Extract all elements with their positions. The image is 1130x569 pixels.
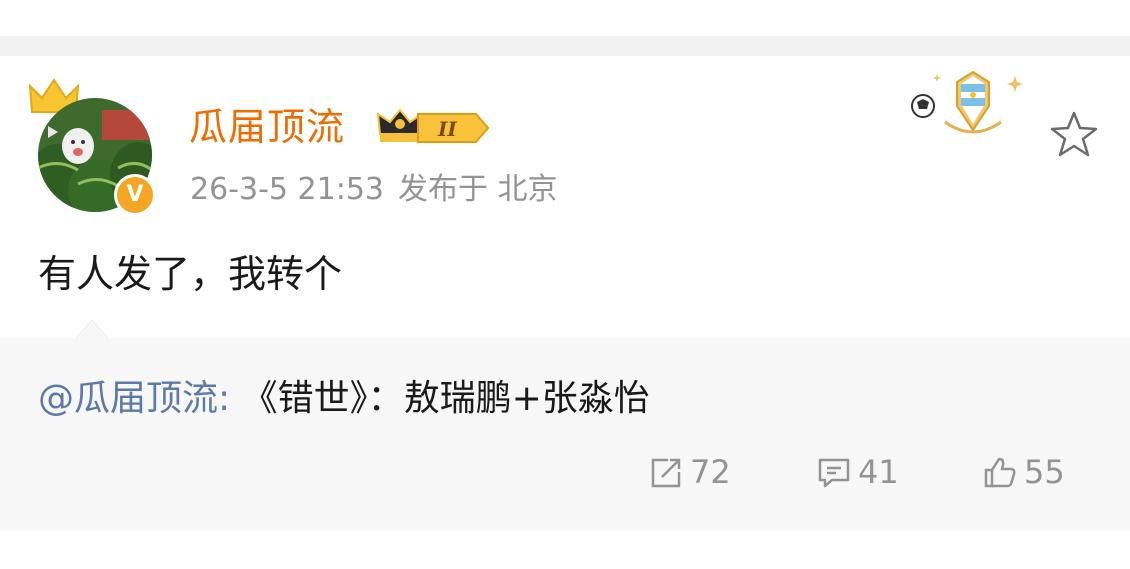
repost-mention[interactable]: @瓜届顶流: — [38, 378, 230, 419]
repost-body: 《错世》：敖瑞鹏+张淼怡 — [230, 378, 650, 419]
repost-count: 72 — [690, 453, 731, 491]
comment-button[interactable]: 41 — [816, 450, 899, 494]
post-location: 发布于 北京 — [398, 172, 558, 207]
post-content: 有人发了，我转个 — [38, 252, 343, 296]
feed-divider — [0, 36, 1130, 56]
repost-text: @瓜届顶流: 《错世》：敖瑞鹏+张淼怡 — [38, 376, 650, 422]
thumbs-up-icon — [984, 457, 1016, 488]
repost-notch — [75, 319, 109, 340]
repost-card[interactable] — [0, 338, 1130, 530]
v-verified-icon: V — [126, 182, 144, 207]
comment-icon — [818, 458, 850, 488]
timestamp: 26-3-5 21:53 — [190, 172, 384, 207]
vip-level-label: II — [437, 117, 457, 141]
like-count: 55 — [1024, 453, 1065, 491]
like-button[interactable]: 55 — [982, 450, 1065, 494]
star-icon[interactable] — [1048, 110, 1100, 160]
repost-button[interactable]: 72 — [648, 450, 731, 494]
post-meta: 26-3-5 21:53 发布于 北京 — [190, 170, 558, 210]
feed-bottom — [0, 530, 1130, 569]
vip-crown-icon[interactable]: II — [376, 104, 494, 148]
comment-count: 41 — [858, 453, 899, 491]
verified-badge: V — [114, 174, 156, 216]
remnant-icon — [60, 0, 80, 4]
repost-icon — [651, 458, 681, 488]
argentina-medal-icon[interactable] — [905, 66, 1031, 142]
username[interactable]: 瓜届顶流 — [189, 104, 345, 150]
avatar-container[interactable]: V — [28, 76, 158, 216]
previous-post-remnant — [0, 0, 1130, 36]
remnant-icon — [935, 0, 995, 4]
